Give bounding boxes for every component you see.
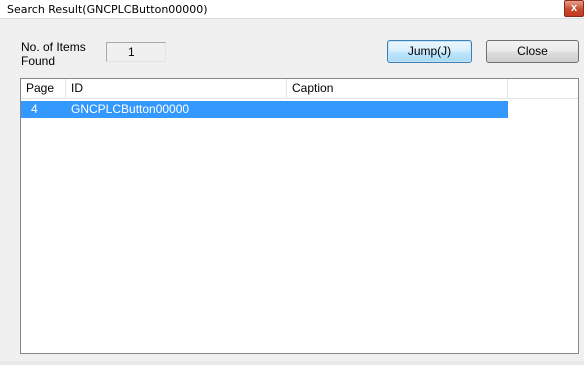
jump-button[interactable]: Jump(J) [387,40,472,63]
results-list[interactable]: Page ID Caption 4 GNCPLCButton00000 [20,78,579,354]
items-found-label-line2: Found [21,54,56,68]
dialog-bottom-edge [0,361,584,365]
items-found-label: No. of Items Found [21,40,86,68]
row-id-cell: GNCPLCButton00000 [71,102,190,116]
close-button[interactable]: Close [486,40,579,63]
title-bar[interactable]: Search Result(GNCPLCButton00000) x [0,0,584,19]
table-row[interactable]: 4 GNCPLCButton00000 [21,101,508,118]
window-title: Search Result(GNCPLCButton00000) [7,3,208,16]
search-result-dialog: Search Result(GNCPLCButton00000) x No. o… [0,0,584,365]
column-header-filler [508,79,578,98]
items-found-count: 1 [128,45,135,59]
row-page-cell: 4 [31,102,38,116]
items-found-count-field: 1 [106,42,166,62]
column-header-page[interactable]: Page [21,79,66,98]
close-icon: x [570,2,578,14]
column-header-id[interactable]: ID [66,79,287,98]
window-close-button[interactable]: x [564,0,584,17]
items-found-label-line1: No. of Items [21,40,86,54]
list-header: Page ID Caption [21,79,578,99]
column-header-caption[interactable]: Caption [287,79,508,98]
